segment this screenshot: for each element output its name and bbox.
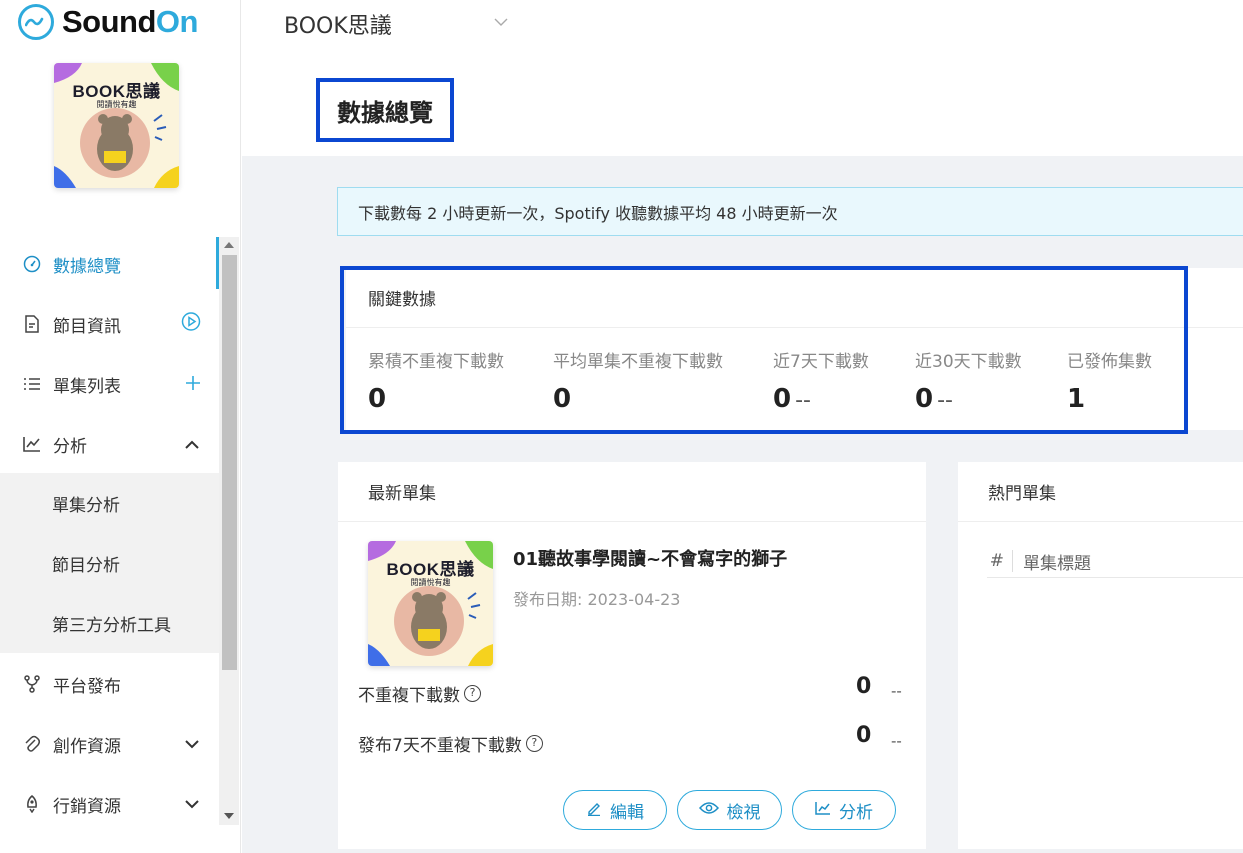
line-chart-icon: [815, 800, 831, 820]
sidebar-item-show-info[interactable]: 節目資訊: [0, 294, 219, 354]
scroll-down-arrow-icon[interactable]: [224, 813, 234, 819]
pencil-icon: [586, 800, 602, 821]
sidebar-item-dashboard[interactable]: 數據總覽: [0, 234, 219, 294]
page-title-highlight: 數據總覽: [316, 78, 454, 142]
dashboard-gauge-icon: [22, 254, 42, 274]
eye-icon: [698, 800, 719, 820]
podcast-cover[interactable]: BOOK思議 閱讀悅有趣: [54, 63, 179, 188]
stat-label: 不重複下載數: [358, 686, 460, 706]
list-icon: [22, 374, 42, 394]
column-header-index: #: [987, 550, 1013, 572]
edit-button-label: 編輯: [610, 802, 644, 823]
hot-episodes-card-title: 熱門單集: [958, 462, 1243, 522]
sidebar: SoundOn BOOK思議 閱讀悅有趣 數據總覽 節目資訊 單集列表 分析 單…: [0, 0, 241, 853]
sidebar-item-label: 節目資訊: [53, 316, 121, 337]
hot-episodes-table-header: # 單集標題: [987, 545, 1243, 578]
sidebar-item-creator-resources[interactable]: 創作資源: [0, 714, 219, 774]
play-circle-icon[interactable]: [181, 312, 201, 337]
edit-button[interactable]: 編輯: [563, 790, 667, 830]
chevron-down-icon[interactable]: [185, 794, 199, 814]
sidebar-subitem-episode-analytics[interactable]: 單集分析: [52, 473, 120, 533]
help-question-icon[interactable]: ?: [464, 685, 481, 702]
chevron-up-icon[interactable]: [185, 434, 199, 454]
scroll-up-arrow-icon[interactable]: [224, 242, 234, 248]
plus-icon[interactable]: [185, 372, 201, 396]
document-icon: [22, 314, 42, 334]
view-button[interactable]: 檢視: [677, 790, 782, 830]
sidebar-item-label: 數據總覽: [53, 256, 121, 277]
episode-publish-date: 發布日期: 2023-04-23: [513, 590, 681, 609]
logo-text-sound: Sound: [62, 4, 156, 39]
sidebar-item-label: 創作資源: [53, 736, 121, 757]
sidebar-scrollbar[interactable]: [219, 237, 239, 825]
sidebar-item-label: 平台發布: [53, 676, 121, 697]
hot-episodes-card: 熱門單集: [958, 462, 1243, 849]
fork-icon: [22, 674, 42, 694]
soundon-logo[interactable]: SoundOn: [18, 4, 198, 40]
sidebar-item-analytics[interactable]: 分析: [0, 414, 219, 474]
stat-value: 0: [856, 674, 872, 699]
chevron-down-icon[interactable]: [494, 12, 508, 31]
cover-subtitle: 閱讀悅有趣: [96, 100, 137, 109]
rocket-icon: [22, 794, 42, 814]
help-question-icon[interactable]: ?: [525, 735, 543, 752]
episode-cover[interactable]: BOOK思議 閱讀悅有趣: [368, 541, 493, 666]
logo-text-on: On: [155, 4, 199, 39]
podcast-selector[interactable]: BOOK思議: [284, 8, 392, 40]
view-button-label: 檢視: [726, 802, 761, 823]
sidebar-item-label: 單集列表: [53, 376, 121, 397]
sidebar-item-distribution[interactable]: 平台發布: [0, 654, 219, 714]
sidebar-item-label: 行銷資源: [53, 796, 121, 817]
sidebar-item-marketing-resources[interactable]: 行銷資源: [0, 774, 219, 834]
chevron-down-icon[interactable]: [185, 734, 199, 754]
column-header-episode-title: 單集標題: [1023, 553, 1091, 574]
line-chart-icon: [22, 434, 42, 454]
stat-unique-downloads: 不重複下載數 ?: [358, 681, 481, 706]
episode-title[interactable]: 01聽故事學閱讀~不會寫字的獅子: [513, 545, 787, 571]
page-title: 數據總覽: [337, 98, 433, 127]
scrollbar-thumb[interactable]: [222, 255, 237, 670]
sidebar-item-label: 分析: [53, 436, 87, 457]
analyze-button-label: 分析: [839, 802, 873, 823]
key-metrics-highlight: [340, 266, 1188, 434]
update-notice: 下載數每 2 小時更新一次，Spotify 收聽數據平均 48 小時更新一次: [337, 187, 1243, 236]
stat-value: 0: [856, 723, 872, 748]
sidebar-subitem-show-analytics[interactable]: 節目分析: [52, 533, 120, 593]
stat-trend: --: [891, 682, 902, 700]
stat-label: 發布7天不重複下載數: [358, 736, 522, 756]
latest-episode-card-title: 最新單集: [338, 462, 926, 522]
paperclip-icon: [22, 734, 42, 754]
analyze-button[interactable]: 分析: [792, 790, 896, 830]
stat-trend: --: [891, 732, 902, 750]
sidebar-item-episode-list[interactable]: 單集列表: [0, 354, 219, 414]
cover-subtitle: 閱讀悅有趣: [410, 578, 451, 587]
sidebar-subitem-third-party-tools[interactable]: 第三方分析工具: [52, 593, 171, 653]
stat-7day-unique-downloads: 發布7天不重複下載數 ?: [358, 731, 543, 756]
soundon-wave-icon: [18, 4, 54, 40]
